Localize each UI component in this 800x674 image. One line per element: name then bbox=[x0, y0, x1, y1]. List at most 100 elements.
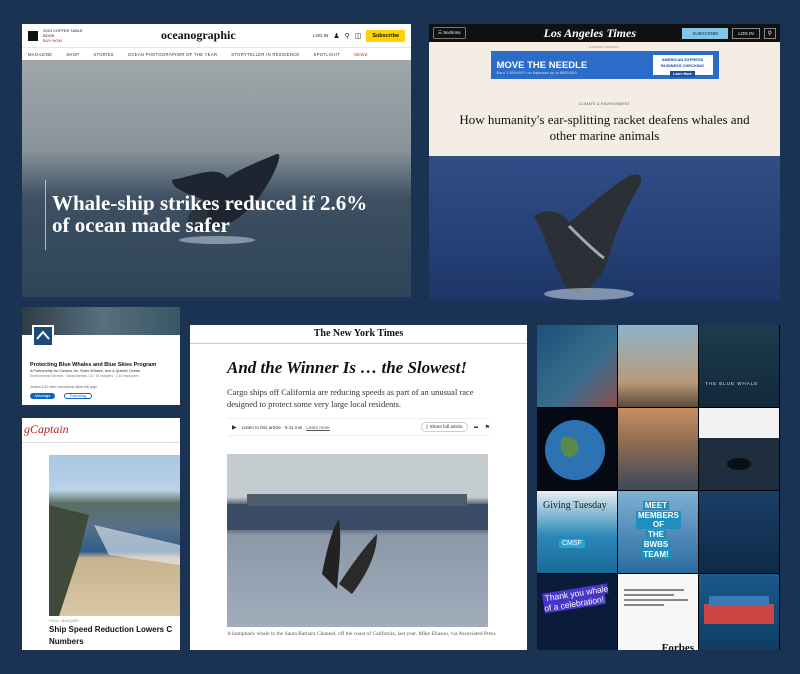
article-toolbar: ▶ Listen to this article · 5:11 min Lear… bbox=[227, 418, 490, 436]
nav-spotlight[interactable]: SPOTLIGHT bbox=[314, 52, 340, 57]
grid-post[interactable]: Giving Tuesday CMSF bbox=[537, 491, 617, 573]
following-button[interactable]: Following bbox=[64, 393, 93, 399]
nav-opoty[interactable]: OCEAN PHOTOGRAPHER OF THE YEAR bbox=[128, 52, 218, 57]
nyt-article: The New York Times And the Winner Is … t… bbox=[190, 325, 527, 650]
header-divider bbox=[22, 442, 180, 443]
masthead-rule bbox=[190, 343, 527, 344]
text-line bbox=[624, 594, 674, 596]
ad-label: ADVERTISEMENT bbox=[589, 45, 620, 49]
forbes-logo: Forbes bbox=[661, 642, 694, 650]
thank-you-label: Thank you whale of a celebration! bbox=[541, 583, 609, 614]
cargo-ship-image bbox=[704, 596, 774, 624]
user-icon[interactable]: ♟ bbox=[333, 32, 339, 40]
organization-name[interactable]: Protecting Blue Whales and Blue Skies Pr… bbox=[30, 362, 175, 368]
search-icon[interactable]: ⚲ bbox=[345, 32, 350, 40]
bookmark-icon[interactable]: ⚑ bbox=[485, 424, 490, 431]
organization-meta: Environmental Services · Santa Barbara, … bbox=[30, 374, 139, 378]
grid-post[interactable] bbox=[618, 408, 698, 490]
nav-stories[interactable]: STORIES bbox=[93, 52, 113, 57]
ad-learn-more-button[interactable]: Learn More bbox=[670, 71, 695, 77]
nav-news[interactable]: NEWS bbox=[354, 52, 368, 57]
gcaptain-headline[interactable]: Ship Speed Reduction Lowers C Numbers bbox=[49, 624, 180, 648]
cmsf-logo: CMSF bbox=[559, 539, 585, 548]
ad-headline: MOVE THE NEEDLE bbox=[496, 59, 588, 71]
nyt-logo[interactable]: The New York Times bbox=[190, 325, 527, 339]
meet-line: THE bbox=[646, 530, 666, 539]
instagram-grid: THE BLUE WHALE Giving Tuesday CMSF MEET … bbox=[537, 325, 780, 650]
nav-storyteller[interactable]: STORYTELLER IN RESIDENCE bbox=[231, 52, 299, 57]
grid-post[interactable] bbox=[537, 408, 617, 490]
login-button[interactable]: LOG IN bbox=[732, 27, 760, 39]
listen-label[interactable]: Listen to this article · 5:11 min bbox=[242, 425, 303, 430]
share-label: Share full article bbox=[429, 424, 463, 429]
grid-post[interactable]: THE BLUE WHALE bbox=[699, 325, 779, 407]
hero-image-breaching-whale bbox=[22, 60, 411, 297]
giving-tuesday-text: Giving Tuesday bbox=[543, 500, 607, 511]
blue-whale-text: THE BLUE WHALE bbox=[705, 381, 759, 386]
text-line bbox=[624, 599, 688, 601]
text-line bbox=[624, 604, 664, 606]
latimes-headline[interactable]: How humanity's ear-splitting racket deaf… bbox=[445, 112, 765, 144]
oceanographic-headline[interactable]: Whale-ship strikes reduced if 2.6% of oc… bbox=[52, 192, 382, 236]
caption-credit: Mike Eliason, via Associated Press bbox=[418, 631, 496, 637]
linkedin-page: Protecting Blue Whales and Blue Skies Pr… bbox=[22, 307, 180, 405]
whale-eye-image bbox=[699, 438, 779, 490]
grid-post[interactable] bbox=[699, 574, 779, 650]
promo-banner[interactable]: 2024 COFFEE TABLE BOOK BUY NOW bbox=[43, 28, 91, 43]
latimes-logo[interactable]: Los Angeles Times bbox=[544, 26, 636, 41]
text-line bbox=[624, 589, 684, 591]
headline-rule bbox=[45, 180, 46, 250]
organization-logo[interactable] bbox=[32, 325, 54, 347]
meet-team-text: MEET MEMBERS OF THE BWBS TEAM! bbox=[636, 501, 681, 560]
grid-post[interactable] bbox=[618, 325, 698, 407]
oceanographic-nav: MAGAZINE SHOP STORIES OCEAN PHOTOGRAPHER… bbox=[22, 48, 411, 60]
advertisement-banner[interactable]: MOVE THE NEEDLE Earn 1.30% APY on balanc… bbox=[490, 51, 719, 79]
gcaptain-logo[interactable]: gCaptain bbox=[24, 422, 69, 437]
meet-line: TEAM! bbox=[641, 550, 671, 559]
section-kicker[interactable]: CLIMATE & ENVIRONMENT bbox=[429, 102, 780, 106]
nav-shop[interactable]: SHOP bbox=[66, 52, 79, 57]
hero-image-breaching-whale bbox=[429, 156, 780, 301]
oceanographic-logo[interactable]: oceanographic bbox=[161, 28, 236, 43]
gcaptain-article: gCaptain Photo: BAAQMD Ship Speed Reduct… bbox=[22, 418, 180, 650]
latimes-topbar: ☰ Sections Los Angeles Times SUBSCRIBE L… bbox=[429, 24, 780, 42]
login-link[interactable]: LOG IN bbox=[313, 33, 328, 38]
grid-post[interactable] bbox=[699, 491, 779, 573]
share-article-button[interactable]: ▯ Share full article bbox=[420, 422, 468, 432]
coastline-photo bbox=[49, 455, 180, 616]
whale-illustration bbox=[172, 153, 280, 244]
grid-post[interactable]: Thank you whale of a celebration! bbox=[537, 574, 617, 650]
ad-subtext: Earn 1.30% APY on balances up to $500,00… bbox=[496, 70, 578, 75]
whale-fins-illustration bbox=[227, 494, 488, 594]
caption-text: A humpback whale in the Santa Barbara Ch… bbox=[227, 631, 418, 637]
cart-icon[interactable]: ◫ bbox=[355, 32, 362, 40]
subscribe-button[interactable]: SUBSCRIBE bbox=[682, 27, 729, 39]
earth-image bbox=[545, 420, 605, 480]
grid-post[interactable]: MEET MEMBERS OF THE BWBS TEAM! bbox=[618, 491, 698, 573]
meet-line: MEMBERS OF bbox=[636, 511, 681, 529]
thank-you-text: Thank you whale of a celebration! bbox=[541, 582, 616, 614]
headline-line-2: Numbers bbox=[49, 637, 84, 646]
subscribe-button[interactable]: Subscribe bbox=[366, 29, 405, 42]
grid-post[interactable]: Forbes bbox=[618, 574, 698, 650]
learn-more-link[interactable]: Learn more bbox=[306, 425, 330, 430]
search-icon[interactable]: ⚲ bbox=[763, 27, 776, 39]
message-button[interactable]: Message bbox=[30, 393, 56, 399]
nyt-summary: Cargo ships off California are reducing … bbox=[227, 387, 474, 409]
photo-credit: Photo: BAAQMD bbox=[49, 618, 80, 623]
cliff-illustration bbox=[49, 505, 180, 616]
headline-line-1: Ship Speed Reduction Lowers C bbox=[49, 625, 173, 634]
grid-post[interactable] bbox=[699, 408, 779, 490]
oceanographic-topbar: 2024 COFFEE TABLE BOOK BUY NOW oceanogra… bbox=[22, 24, 411, 48]
grid-post[interactable] bbox=[537, 325, 617, 407]
buy-now-link[interactable]: BUY NOW bbox=[43, 38, 91, 43]
nyt-headline: And the Winner Is … the Slowest! bbox=[227, 358, 467, 377]
photo-caption: A humpback whale in the Santa Barbara Ch… bbox=[227, 630, 517, 638]
nav-magazine[interactable]: MAGAZINE bbox=[28, 52, 52, 57]
play-icon[interactable]: ▶ bbox=[232, 424, 237, 431]
share-arrow-icon[interactable]: ➦ bbox=[474, 424, 479, 431]
connections-text[interactable]: Jessica & 62 other connections follow th… bbox=[30, 385, 97, 389]
meet-line: BWBS bbox=[641, 540, 671, 549]
sections-button[interactable]: ☰ Sections bbox=[433, 27, 466, 39]
ad-brand-box: AMERICAN EXPRESS BUSINESS CHECKING Learn… bbox=[652, 55, 713, 77]
